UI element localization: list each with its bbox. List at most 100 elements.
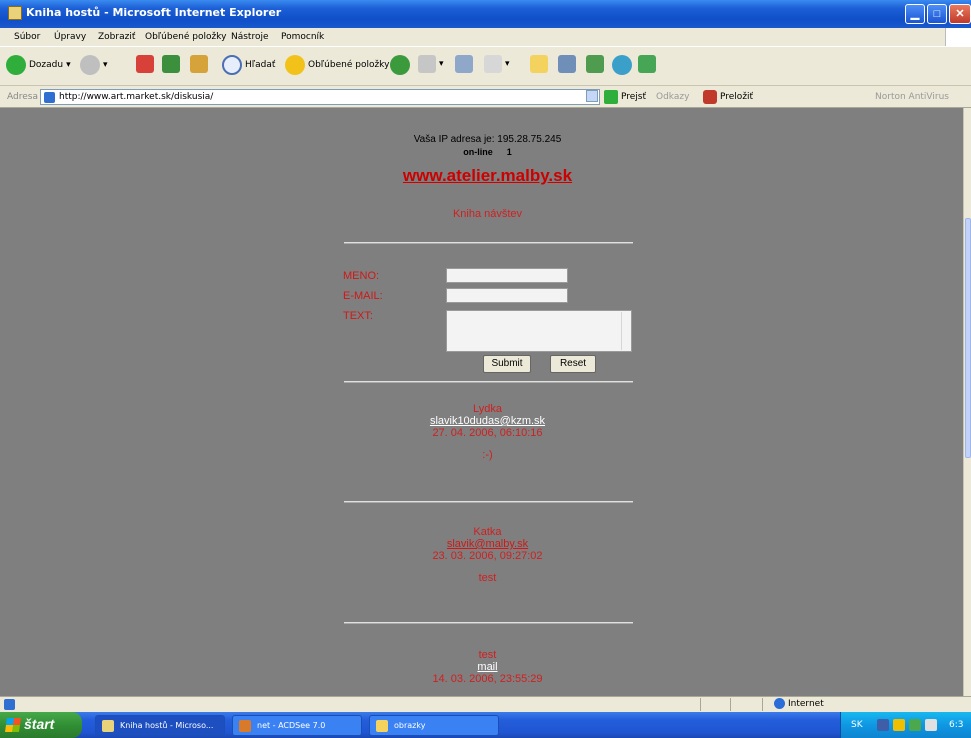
entry-email-link[interactable]: slavik@malby.sk: [0, 538, 963, 550]
ie-icon: [102, 720, 114, 732]
chevron-down-icon: ▾: [103, 60, 108, 70]
page-icon: [44, 92, 55, 103]
search-label: Hľadať: [245, 60, 276, 70]
guestbook-title: Kniha návštev: [452, 208, 523, 220]
menu-help[interactable]: Pomocník: [281, 32, 324, 42]
menu-view[interactable]: Zobraziť: [98, 32, 135, 42]
back-label: Dozadu: [29, 60, 64, 70]
status-separator: [730, 698, 731, 711]
windows-logo-icon: [945, 28, 971, 46]
history-button[interactable]: [390, 55, 410, 75]
ie-page-icon: [8, 6, 22, 20]
edit-icon: [484, 55, 502, 73]
status-separator: [700, 698, 701, 711]
entry-email-link[interactable]: slavik10dudas@kzm.sk: [0, 415, 963, 427]
menu-favorites[interactable]: Obľúbené položky: [145, 32, 226, 42]
reset-button[interactable]: Reset: [550, 355, 596, 373]
folder-icon: [376, 720, 388, 732]
taskbar-item-ie[interactable]: Kniha hostů - Microso...: [95, 715, 225, 736]
vertical-scrollbar[interactable]: [963, 108, 971, 696]
address-label: Adresa: [7, 92, 38, 102]
links-button[interactable]: Odkazy: [656, 92, 689, 102]
entry-message: test: [478, 572, 497, 584]
tray-icon[interactable]: [909, 719, 921, 731]
menu-tools[interactable]: Nástroje: [231, 32, 269, 42]
entry-email-link[interactable]: mail: [0, 661, 963, 673]
tool-button-1[interactable]: [612, 55, 632, 75]
text-area[interactable]: [446, 310, 632, 352]
research-button[interactable]: [558, 55, 576, 73]
forward-arrow-icon: [80, 55, 100, 75]
online-label: on-line: [463, 147, 493, 157]
clock: 6:3: [949, 720, 964, 730]
taskbar: štart Kniha hostů - Microso... net - ACD…: [0, 712, 971, 738]
language-indicator[interactable]: SK: [851, 720, 863, 730]
translate-label: Preložiť: [720, 92, 754, 102]
globe-icon: [774, 698, 785, 709]
history-icon: [390, 55, 410, 75]
taskbar-item-folder[interactable]: obrazky: [369, 715, 499, 736]
home-button[interactable]: [190, 55, 208, 73]
close-button[interactable]: ✕: [949, 4, 971, 24]
menu-edit[interactable]: Úpravy: [54, 32, 86, 42]
acdsee-icon: [239, 720, 251, 732]
mail-icon: [418, 55, 436, 73]
tray-icon[interactable]: [893, 719, 905, 731]
tool-button-2[interactable]: [638, 55, 656, 73]
mail-button[interactable]: ▾: [418, 55, 444, 73]
forward-button[interactable]: ▾: [80, 55, 108, 75]
maximize-button[interactable]: □: [927, 4, 947, 24]
entry-message: :-): [482, 449, 493, 461]
tool-icon-2: [638, 55, 656, 73]
site-link[interactable]: www.atelier.malby.sk: [0, 166, 963, 186]
online-counter: on-line 1: [0, 147, 963, 157]
ip-address-text: Vaša IP adresa je: 195.28.75.245: [413, 134, 562, 145]
address-bar: Adresa http://www.art.market.sk/diskusia…: [0, 86, 971, 108]
menu-file[interactable]: Súbor: [14, 32, 40, 42]
volume-icon[interactable]: [925, 719, 937, 731]
go-label: Prejsť: [621, 92, 647, 102]
refresh-button[interactable]: [162, 55, 180, 73]
translate-button[interactable]: Preložiť: [703, 90, 753, 104]
address-input[interactable]: http://www.art.market.sk/diskusia/: [40, 89, 600, 105]
system-tray: SK 6:3: [840, 712, 971, 738]
stop-button[interactable]: [136, 55, 154, 73]
favorites-button[interactable]: Obľúbené položky: [285, 55, 389, 75]
security-zone[interactable]: Internet: [774, 698, 824, 709]
start-label: štart: [24, 716, 55, 732]
refresh-icon: [162, 55, 180, 73]
folder-button[interactable]: [530, 55, 548, 73]
guestbook-entry: test mail 14. 03. 2006, 23:55:29: [0, 649, 963, 685]
taskbar-item-acdsee[interactable]: net - ACDSee 7.0: [232, 715, 362, 736]
task-label: obrazky: [394, 721, 426, 730]
search-button[interactable]: Hľadať: [222, 55, 275, 75]
translate-icon: [703, 90, 717, 104]
go-button[interactable]: Prejsť: [604, 90, 646, 104]
submit-button[interactable]: Submit: [483, 355, 531, 373]
name-input[interactable]: [446, 268, 568, 283]
stop-icon: [136, 55, 154, 73]
page-content: Vaša IP adresa je: 195.28.75.245 on-line…: [0, 108, 963, 696]
home-icon: [190, 55, 208, 73]
textarea-scrollbar[interactable]: [621, 312, 630, 350]
tray-icon[interactable]: [877, 719, 889, 731]
guestbook-entry: Lydka slavik10dudas@kzm.sk 27. 04. 2006,…: [0, 403, 963, 461]
address-dropdown[interactable]: [586, 90, 598, 102]
messenger-button[interactable]: [586, 55, 604, 73]
zone-label: Internet: [788, 698, 824, 709]
start-button[interactable]: štart: [0, 712, 82, 738]
divider: [344, 622, 633, 624]
name-label: MENO:: [343, 270, 380, 282]
title-bar: Kniha hostů - Microsoft Internet Explore…: [0, 0, 971, 28]
back-button[interactable]: Dozadu ▾: [6, 55, 71, 75]
email-input[interactable]: [446, 288, 568, 303]
entry-date: 14. 03. 2006, 23:55:29: [432, 673, 543, 685]
norton-label[interactable]: Norton AntiVirus: [875, 92, 949, 102]
entry-name: test: [478, 649, 497, 661]
page-done-icon: [4, 699, 15, 710]
windows-flag-icon: [5, 718, 21, 732]
edit-button[interactable]: ▾: [484, 55, 510, 73]
print-button[interactable]: [455, 55, 473, 73]
scrollbar-thumb[interactable]: [965, 218, 971, 458]
minimize-button[interactable]: ▁: [905, 4, 925, 24]
